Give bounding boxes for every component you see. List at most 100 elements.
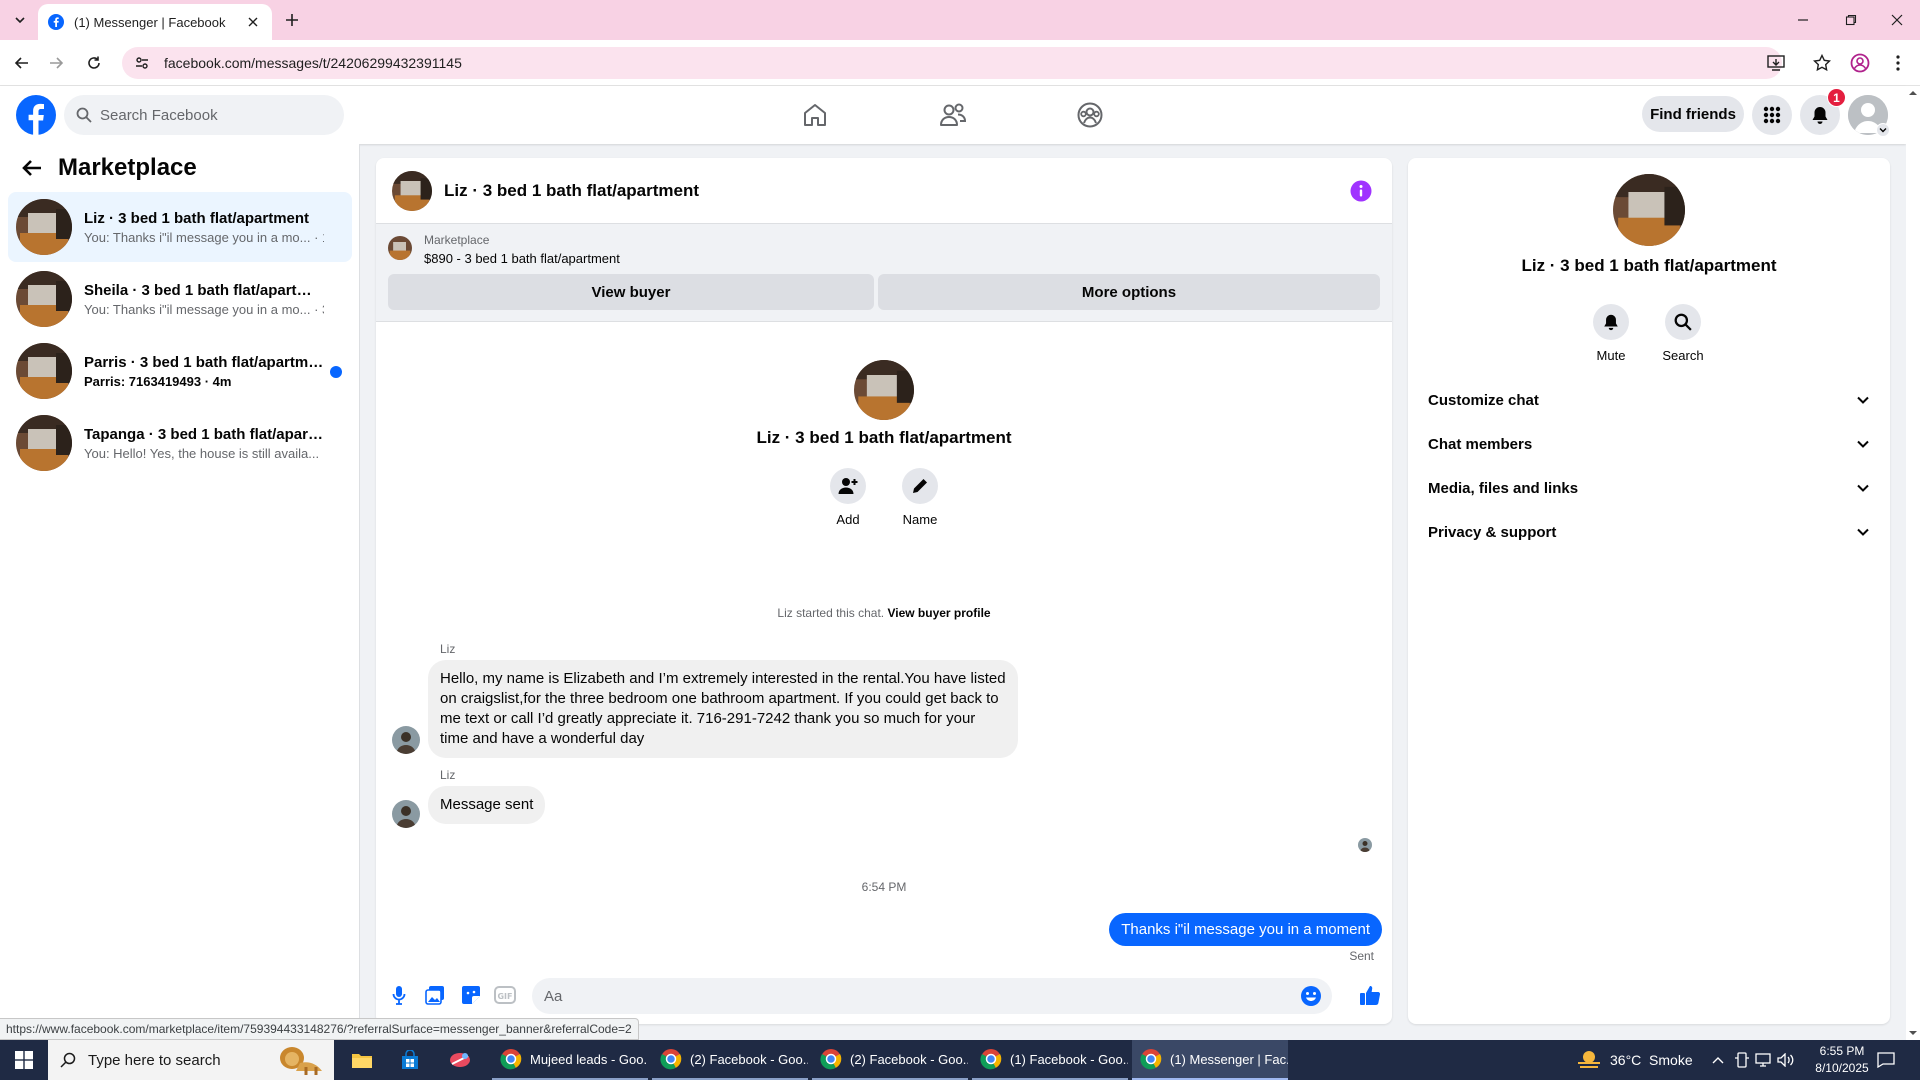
- unread-indicator: [330, 366, 342, 378]
- message-input[interactable]: [544, 987, 1284, 1005]
- tab-search-icon[interactable]: [8, 8, 32, 32]
- edit-name-button[interactable]: Name: [890, 468, 950, 527]
- taskbar-search[interactable]: Type here to search: [48, 1040, 334, 1080]
- sender-avatar[interactable]: [392, 800, 420, 828]
- windows-start-icon[interactable]: [0, 1040, 48, 1080]
- tray-chevron-up-icon[interactable]: [1708, 1050, 1728, 1070]
- system-clock[interactable]: 6:55 PM 8/10/2025: [1802, 1043, 1882, 1077]
- window-title: (2) Facebook - Goo...: [850, 1051, 968, 1067]
- sender-avatar[interactable]: [392, 726, 420, 754]
- find-friends-button[interactable]: Find friends: [1642, 96, 1744, 132]
- bell-icon: [1604, 314, 1618, 331]
- profile-chrome-icon[interactable]: [1848, 51, 1872, 75]
- add-people-button[interactable]: Add: [818, 468, 878, 527]
- clock-date: 8/10/2025: [1815, 1061, 1869, 1075]
- conversation-preview: Parris: 7163419493 · 4m: [84, 373, 232, 389]
- notification-center-icon[interactable]: [1876, 1050, 1896, 1070]
- outgoing-message[interactable]: Thanks i"il message you in a moment: [1109, 913, 1382, 946]
- emoji-icon[interactable]: [1300, 985, 1322, 1007]
- marketplace-banner: Marketplace $890 - 3 bed 1 bath flat/apa…: [376, 224, 1392, 322]
- file-explorer-icon[interactable]: [338, 1040, 386, 1080]
- back-arrow-icon[interactable]: [10, 51, 34, 75]
- taskbar-window-mujeed-leads[interactable]: Mujeed leads - Goo...: [492, 1040, 648, 1080]
- minimize-icon[interactable]: [1780, 0, 1826, 40]
- gif-icon[interactable]: GIF: [494, 984, 516, 1006]
- message-sender: Liz: [440, 768, 456, 782]
- taskbar-window-facebook-1[interactable]: (2) Facebook - Goo...: [652, 1040, 808, 1080]
- microsoft-store-icon[interactable]: [386, 1040, 434, 1080]
- url-text: facebook.com/messages/t/2420629943239114…: [164, 55, 462, 71]
- media-files-links-row[interactable]: Media, files and links: [1416, 466, 1882, 510]
- microphone-icon[interactable]: [388, 984, 410, 1006]
- conversation-item[interactable]: Tapanga · 3 bed 1 bath flat/apartm... Yo…: [8, 408, 352, 478]
- chat-title[interactable]: Liz · 3 bed 1 bath flat/apartment: [444, 181, 699, 201]
- customize-chat-row[interactable]: Customize chat: [1416, 378, 1882, 422]
- account-chevron-down-icon[interactable]: [1876, 123, 1890, 137]
- new-tab-icon[interactable]: [280, 8, 304, 32]
- back-arrow-icon[interactable]: [18, 154, 46, 182]
- site-info-icon[interactable]: [134, 55, 150, 71]
- pinned-app-icon[interactable]: [436, 1040, 484, 1080]
- taskbar-window-facebook-2[interactable]: (2) Facebook - Goo...: [812, 1040, 968, 1080]
- privacy-support-row[interactable]: Privacy & support: [1416, 510, 1882, 554]
- forward-arrow-icon[interactable]: [44, 51, 68, 75]
- info-icon[interactable]: [1350, 180, 1372, 202]
- address-bar[interactable]: facebook.com/messages/t/2420629943239114…: [122, 47, 1831, 79]
- page-scrollbar[interactable]: [1906, 86, 1920, 1040]
- like-thumb-icon[interactable]: [1358, 984, 1382, 1006]
- bookmark-star-icon[interactable]: [1812, 53, 1832, 73]
- taskbar-window-facebook-3[interactable]: (1) Facebook - Goo...: [972, 1040, 1128, 1080]
- chrome-icon: [500, 1049, 522, 1070]
- message-input-box[interactable]: [532, 978, 1332, 1014]
- weather-widget[interactable]: 36°C Smoke: [1576, 1040, 1693, 1080]
- facebook-search-input[interactable]: [100, 106, 320, 124]
- chat-avatar[interactable]: [392, 170, 432, 211]
- friends-nav-icon[interactable]: [933, 95, 973, 135]
- view-buyer-button[interactable]: View buyer: [388, 274, 874, 310]
- restore-icon[interactable]: [1828, 0, 1874, 40]
- more-options-button[interactable]: More options: [878, 274, 1380, 310]
- mute-button[interactable]: Mute: [1581, 304, 1641, 363]
- reload-icon[interactable]: [82, 51, 106, 75]
- volume-icon[interactable]: [1776, 1050, 1796, 1070]
- menu-grid-icon[interactable]: [1752, 95, 1792, 135]
- row-label: Chat members: [1428, 435, 1533, 453]
- conversation-item[interactable]: Liz · 3 bed 1 bath flat/apartment You: T…: [8, 192, 352, 262]
- listing-thumbnail[interactable]: [388, 236, 412, 260]
- facebook-search[interactable]: [64, 95, 344, 135]
- facebook-logo-icon[interactable]: [16, 95, 56, 135]
- photo-attach-icon[interactable]: [424, 984, 446, 1006]
- network-icon[interactable]: [1754, 1050, 1774, 1070]
- groups-nav-icon[interactable]: [1070, 95, 1110, 135]
- incoming-message[interactable]: Message sent: [428, 786, 546, 824]
- window-title: (1) Facebook - Goo...: [1010, 1051, 1128, 1067]
- sticker-icon[interactable]: [460, 984, 482, 1006]
- incoming-message[interactable]: Hello, my name is Elizabeth and I’m extr…: [428, 660, 1018, 758]
- tray-device-icon[interactable]: [1732, 1050, 1752, 1070]
- chat-members-row[interactable]: Chat members: [1416, 422, 1882, 466]
- sidebar-title: Marketplace: [58, 154, 197, 181]
- chrome-icon: [660, 1049, 682, 1070]
- conversation-item[interactable]: Sheila · 3 bed 1 bath flat/apartment You…: [8, 264, 352, 334]
- taskbar-window-messenger[interactable]: (1) Messenger | Fac...: [1132, 1040, 1288, 1080]
- browser-tab[interactable]: (1) Messenger | Facebook: [38, 4, 272, 40]
- add-label: Add: [836, 512, 860, 527]
- conversation-item[interactable]: Parris · 3 bed 1 bath flat/apartme... Pa…: [8, 336, 352, 406]
- install-app-icon[interactable]: [1766, 53, 1786, 73]
- browser-menu-icon[interactable]: [1886, 51, 1910, 75]
- tab-close-icon[interactable]: [244, 13, 262, 31]
- window-title: Mujeed leads - Goo...: [530, 1051, 648, 1067]
- sidebar-header: Marketplace: [18, 154, 197, 182]
- home-nav-icon[interactable]: [795, 95, 835, 135]
- facebook-favicon-icon: [48, 14, 64, 30]
- search-in-chat-button[interactable]: Search: [1653, 304, 1713, 363]
- svg-text:GIF: GIF: [497, 992, 512, 1001]
- chrome-icon: [1140, 1049, 1162, 1070]
- listing-photo: [16, 415, 72, 471]
- chrome-icon: [820, 1049, 842, 1070]
- window-close-icon[interactable]: [1874, 0, 1920, 40]
- browser-toolbar: facebook.com/messages/t/2420629943239114…: [0, 40, 1920, 86]
- link-status-bar: https://www.facebook.com/marketplace/ite…: [0, 1018, 639, 1040]
- listing-title[interactable]: $890 - 3 bed 1 bath flat/apartment: [424, 251, 620, 266]
- view-buyer-profile-link[interactable]: View buyer profile: [887, 606, 990, 620]
